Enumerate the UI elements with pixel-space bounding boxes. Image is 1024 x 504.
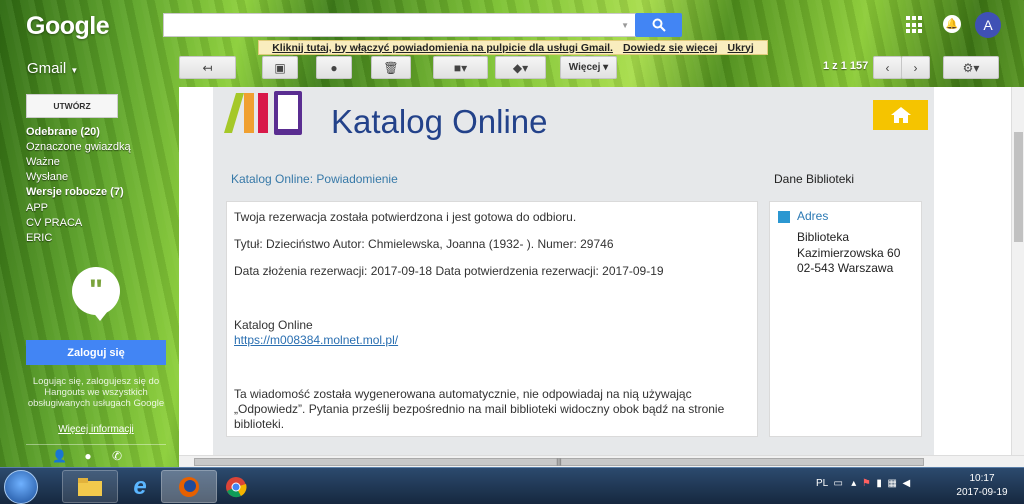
app-switcher[interactable]: Gmail ▼ bbox=[27, 60, 78, 77]
ie-taskbar-button[interactable]: e bbox=[112, 470, 168, 503]
desktop-notifications-banner: Kliknij tutaj, by włączyć powiadomienia … bbox=[258, 40, 768, 55]
chevron-right-icon: › bbox=[913, 60, 918, 75]
more-button[interactable]: Więcej ▾ bbox=[560, 56, 617, 79]
trash-icon: 🗑 bbox=[383, 60, 399, 75]
taskbar: e PL ▭ ▴ ⚑ ▮ ▦ ◀ 10:17 2017-09-19 bbox=[0, 467, 1024, 504]
catalog-link[interactable]: https://m008384.molnet.mol.pl/ bbox=[234, 333, 398, 347]
older-button[interactable]: › bbox=[901, 56, 930, 79]
library-data-heading: Dane Biblioteki bbox=[774, 172, 855, 186]
address-line-3: 02-543 Warszawa bbox=[797, 261, 894, 275]
hangouts-login-button[interactable]: Zaloguj się bbox=[26, 340, 166, 365]
search-input[interactable]: ▼ bbox=[163, 13, 636, 37]
start-button[interactable] bbox=[4, 470, 38, 504]
dates-line: Data złożenia rezerwacji: 2017-09-18 Dat… bbox=[234, 264, 664, 278]
search-button[interactable] bbox=[635, 13, 682, 37]
hangouts-icon[interactable]: ● bbox=[81, 449, 95, 463]
address-marker-icon bbox=[778, 211, 790, 223]
gear-icon: ⚙▾ bbox=[962, 60, 980, 75]
library-details-box: Adres Biblioteka Kazimierzowska 60 02-54… bbox=[769, 201, 922, 437]
move-to-button[interactable]: ■▾ bbox=[433, 56, 488, 79]
delete-button[interactable]: 🗑 bbox=[371, 56, 411, 79]
vertical-scroll-thumb[interactable] bbox=[1014, 132, 1023, 242]
search-options-icon[interactable]: ▼ bbox=[621, 21, 629, 30]
chevron-left-icon: ‹ bbox=[885, 60, 890, 75]
person-icon[interactable]: 👤 bbox=[52, 449, 67, 463]
search-icon bbox=[652, 18, 666, 32]
reservation-status: Twoja rezerwacja została potwierdzona i … bbox=[234, 210, 577, 224]
hangouts-hint: Logując się, zalogujesz się do Hangouts … bbox=[27, 376, 165, 409]
clock-time: 10:17 bbox=[969, 473, 995, 484]
divider bbox=[26, 444, 166, 445]
keyboard-icon[interactable]: ▭ bbox=[833, 478, 842, 489]
newer-button[interactable]: ‹ bbox=[873, 56, 902, 79]
enable-notifications-link[interactable]: Kliknij tutaj, by włączyć powiadomienia … bbox=[272, 42, 613, 54]
home-button[interactable] bbox=[873, 100, 928, 130]
address-block: Biblioteka Kazimierzowska 60 02-543 Wars… bbox=[797, 230, 900, 277]
app-switcher-label: Gmail bbox=[27, 60, 67, 77]
vertical-scrollbar[interactable] bbox=[1011, 87, 1024, 455]
archive-button[interactable]: ▣ bbox=[262, 56, 298, 79]
volume-icon[interactable]: ◀ bbox=[902, 478, 910, 489]
sidebar-item-important[interactable]: Ważne bbox=[26, 156, 176, 168]
device-icon[interactable]: ▮ bbox=[876, 478, 882, 489]
tag-icon: ◆▾ bbox=[512, 60, 529, 75]
avatar[interactable]: A bbox=[975, 12, 1001, 38]
sidebar-item-sent[interactable]: Wysłane bbox=[26, 171, 176, 183]
message-panel: Katalog Online Katalog Online: Powiadomi… bbox=[179, 87, 1011, 455]
address-label: Adres bbox=[797, 209, 829, 223]
hangouts-more-link[interactable]: Więcej informacji bbox=[26, 424, 166, 435]
sidebar-item-cv-praca[interactable]: CV PRACA bbox=[26, 217, 176, 229]
sidebar-item-app[interactable]: APP bbox=[26, 202, 176, 214]
apps-grid-icon[interactable] bbox=[906, 16, 924, 34]
tray-expand-icon[interactable]: ▴ bbox=[851, 478, 856, 489]
learn-more-link[interactable]: Dowiedz się więcej bbox=[623, 42, 718, 54]
phone-icon[interactable]: ✆ bbox=[110, 449, 124, 463]
network-icon[interactable]: ▦ bbox=[887, 478, 896, 489]
google-logo[interactable]: Google bbox=[26, 12, 110, 41]
message-box: Twoja rezerwacja została potwierdzona i … bbox=[226, 201, 758, 437]
sidebar-item-starred[interactable]: Oznaczone gwiazdką bbox=[26, 141, 176, 153]
chevron-down-icon: ▼ bbox=[70, 66, 79, 75]
notifications-icon[interactable]: 🔔 bbox=[943, 15, 961, 33]
home-icon bbox=[890, 107, 911, 123]
explorer-taskbar-button[interactable] bbox=[62, 470, 118, 503]
auto-message-footer: Ta wiadomość została wygenerowana automa… bbox=[234, 387, 725, 431]
language-indicator[interactable]: PL bbox=[816, 478, 828, 489]
address-line-1: Biblioteka bbox=[797, 230, 850, 244]
settings-button[interactable]: ⚙▾ bbox=[943, 56, 999, 79]
horizontal-scroll-thumb[interactable]: ||| bbox=[194, 458, 924, 466]
sidebar-item-drafts[interactable]: Wersje robocze (7) bbox=[26, 186, 176, 198]
horizontal-scrollbar[interactable]: ||| bbox=[179, 455, 1024, 467]
folder-icon bbox=[78, 477, 102, 496]
compose-button[interactable]: UTWÓRZ bbox=[26, 94, 118, 118]
notification-title: Katalog Online: Powiadomienie bbox=[231, 172, 398, 186]
back-arrow-icon: ↤ bbox=[202, 60, 213, 75]
folder-icon: ■▾ bbox=[453, 60, 468, 75]
spam-icon: ● bbox=[330, 60, 338, 75]
pager-count: 1 z 1 157 bbox=[823, 60, 869, 72]
firefox-icon bbox=[179, 476, 199, 497]
signature: Katalog Online bbox=[234, 318, 313, 332]
system-tray: PL ▭ ▴ ⚑ ▮ ▦ ◀ bbox=[816, 478, 910, 489]
ie-icon: e bbox=[133, 472, 147, 500]
chrome-icon bbox=[226, 476, 247, 497]
clock-date: 2017-09-19 bbox=[956, 487, 1008, 498]
sidebar-item-eric[interactable]: ERIC bbox=[26, 232, 176, 244]
sidebar-item-inbox[interactable]: Odebrane (20) bbox=[26, 126, 176, 138]
hide-banner-link[interactable]: Ukryj bbox=[728, 42, 754, 54]
chrome-taskbar-button[interactable] bbox=[208, 470, 264, 503]
labels-button[interactable]: ◆▾ bbox=[495, 56, 546, 79]
flag-icon[interactable]: ⚑ bbox=[862, 478, 871, 489]
clock[interactable]: 10:17 2017-09-19 bbox=[952, 472, 1012, 500]
archive-icon: ▣ bbox=[274, 60, 286, 75]
hangouts-quote-icon: " bbox=[72, 267, 120, 321]
report-spam-button[interactable]: ● bbox=[316, 56, 352, 79]
title-author-line: Tytuł: Dzieciństwo Autor: Chmielewska, J… bbox=[234, 237, 614, 251]
more-label: Więcej bbox=[568, 62, 601, 73]
address-line-2: Kazimierzowska 60 bbox=[797, 245, 901, 260]
back-button[interactable]: ↤ bbox=[179, 56, 236, 79]
katalog-logo bbox=[224, 91, 302, 135]
katalog-title: Katalog Online bbox=[331, 103, 548, 140]
